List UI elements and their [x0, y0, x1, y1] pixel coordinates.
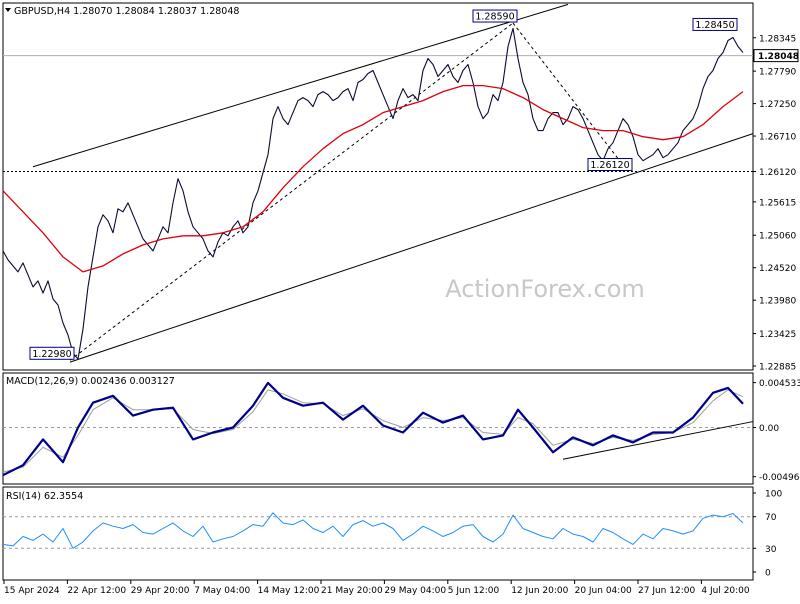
- chart-canvas: ActionForex.com 1.285901.284501.261201.2…: [2, 2, 800, 596]
- price-y-tick-label-2: 1.27250: [759, 100, 796, 110]
- price-y-tick-label-5: 1.25615: [759, 198, 796, 208]
- price-y-tick-label-8: 1.23980: [759, 297, 796, 307]
- price-annotation-label-0: 1.28590: [475, 12, 514, 23]
- price-annotation-label-1: 1.28450: [695, 20, 734, 31]
- rsi-panel-title: RSI(14) 62.3554: [6, 491, 83, 502]
- rsi-y-axis: 100 70 30 0: [753, 490, 782, 579]
- price-annotation-label-3: 1.22980: [32, 349, 71, 360]
- macd-y-tick-label-1: 0.00: [759, 424, 779, 434]
- last-price-label: 1.28048: [758, 52, 799, 62]
- x-tick-label-6: 29 May 04:00: [384, 586, 446, 596]
- macd-panel-title: MACD(12,26,9) 0.002436 0.003127: [6, 376, 175, 387]
- x-tick-label-2: 29 Apr 20:00: [131, 586, 190, 596]
- x-tick-label-9: 20 Jun 04:00: [575, 586, 632, 596]
- price-y-tick-label-6: 1.25060: [759, 232, 796, 242]
- price-y-tick-label-0: 1.28345: [759, 34, 796, 44]
- price-y-tick-label-10: 1.22885: [759, 363, 796, 373]
- x-tick-label-3: 7 May 04:00: [194, 586, 250, 596]
- macd-y-tick-label-0: 0.004533: [759, 379, 800, 389]
- price-annotation-1: 1.28450: [692, 17, 738, 31]
- rsi-y-tick-label-2: 30: [765, 545, 777, 555]
- price-panel-frame: [2, 2, 754, 371]
- macd-y-axis: 0.004533 0.00 -0.00496: [753, 379, 800, 483]
- macd-panel-frame: [2, 372, 754, 485]
- x-tick-label-5: 21 May 20:00: [321, 586, 383, 596]
- time-axis: 15 Apr 2024 22 Apr 12:00 29 Apr 20:00 7 May…: [3, 580, 750, 596]
- x-tick-label-1: 22 Apr 12:00: [67, 586, 126, 596]
- rsi-panel-frame: [2, 486, 754, 581]
- price-annotation-0: 1.28590: [472, 9, 518, 23]
- macd-y-tick-label-2: -0.00496: [759, 473, 800, 483]
- price-y-axis: 1.28345 1.27790 1.27250 1.26710 1.26120 1.256…: [753, 34, 799, 373]
- x-tick-label-11: 4 Jul 20:00: [701, 586, 750, 596]
- rsi-y-tick-label-1: 70: [765, 513, 777, 523]
- price-annotation-3: 1.22980: [29, 346, 75, 360]
- x-tick-label-4: 14 May 12:00: [258, 586, 320, 596]
- price-y-tick-label-1: 1.27790: [759, 68, 796, 78]
- x-tick-label-0: 15 Apr 2024: [4, 586, 60, 596]
- rsi-y-tick-label-0: 100: [765, 490, 782, 500]
- x-tick-label-8: 12 Jun 20:00: [511, 586, 568, 596]
- x-tick-label-7: 5 Jun 12:00: [448, 586, 500, 596]
- price-panel-title: GBPUSD,H4 1.28070 1.28084 1.28037 1.2804…: [14, 6, 239, 17]
- rsi-y-tick-label-3: 0: [765, 569, 771, 579]
- price-y-tick-label-4: 1.26120: [759, 168, 796, 178]
- price-y-tick-label-7: 1.24520: [759, 264, 796, 274]
- x-tick-label-10: 27 Jun 12:00: [638, 586, 695, 596]
- price-annotation-label-2: 1.26120: [590, 160, 629, 171]
- watermark-text: ActionForex.com: [445, 275, 645, 303]
- price-y-tick-label-3: 1.26710: [759, 133, 796, 143]
- price-annotation-2: 1.26120: [587, 158, 633, 172]
- price-y-tick-label-9: 1.23425: [759, 330, 796, 340]
- chart-window: ActionForex.com 1.28590 1.28450 1.26120 1.2…: [0, 0, 800, 600]
